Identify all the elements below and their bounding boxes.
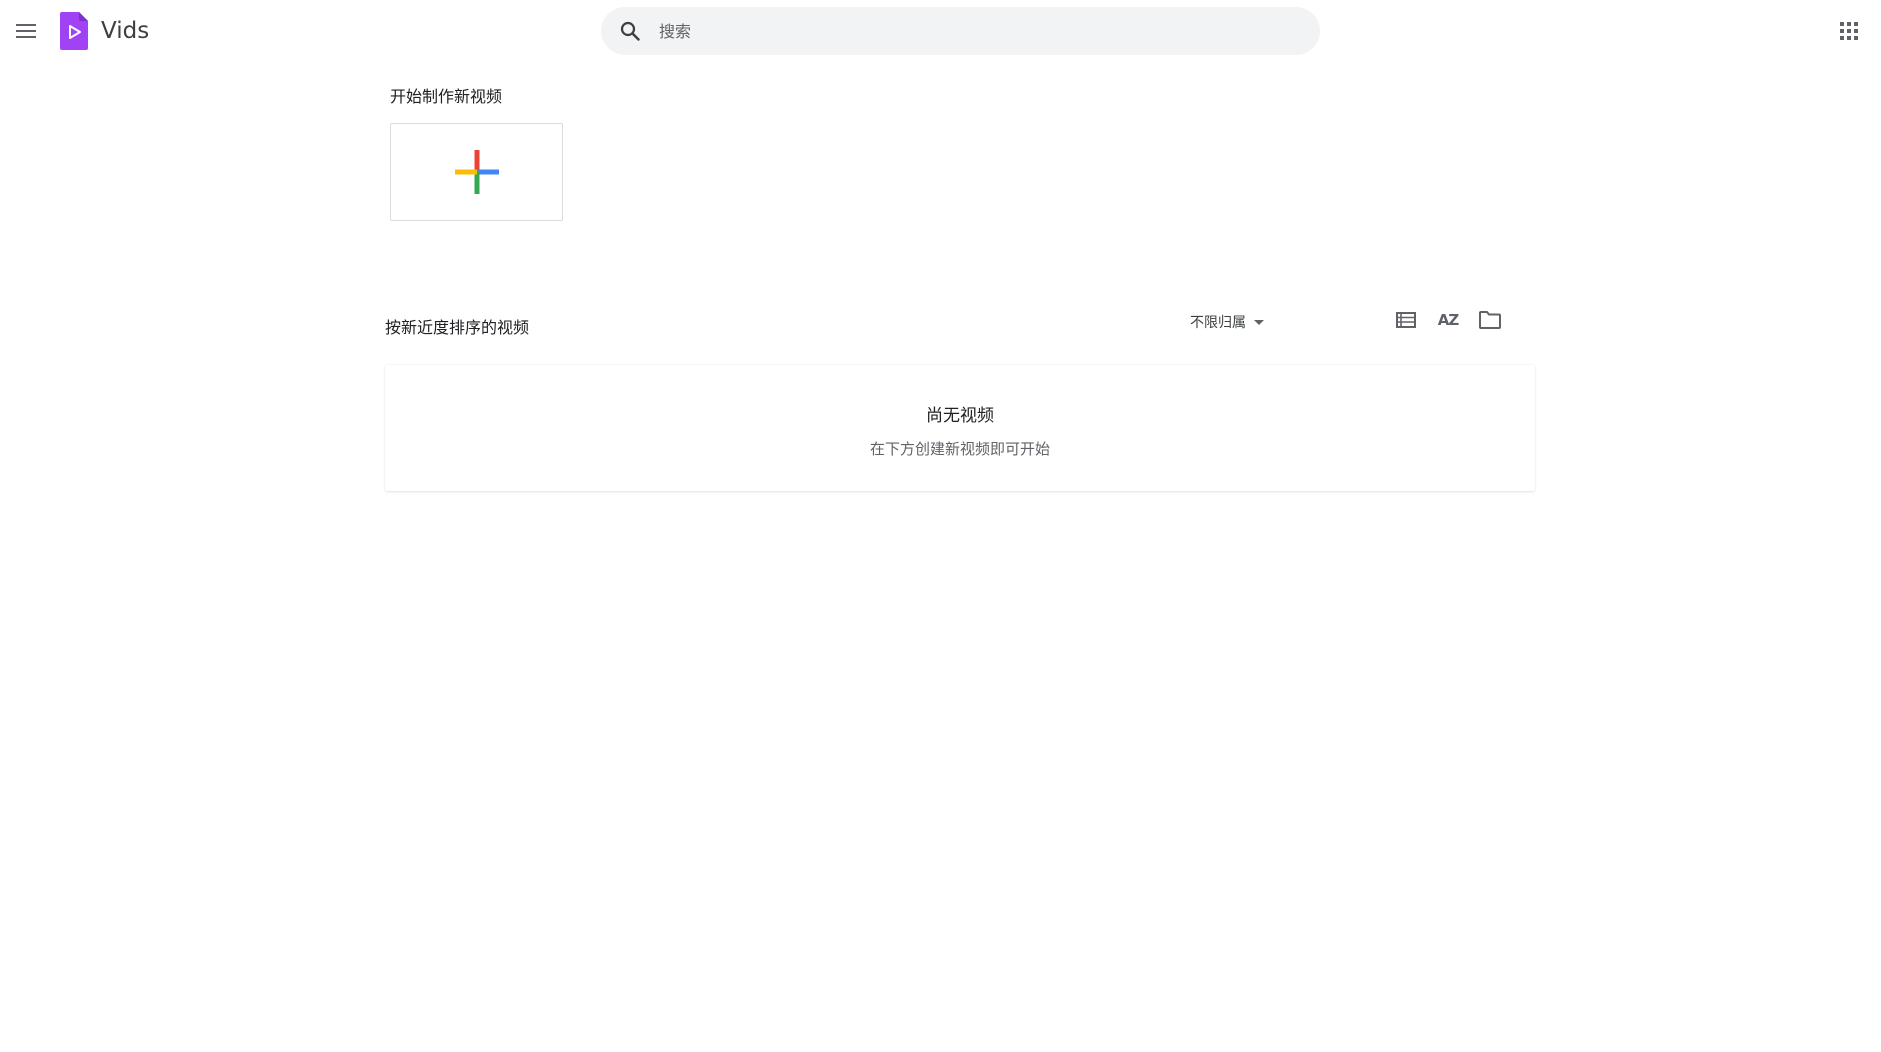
- search-input[interactable]: [657, 20, 1261, 42]
- folder-icon: [1479, 311, 1501, 329]
- apps-grid-icon: [1840, 22, 1858, 40]
- owner-filter-dropdown[interactable]: 不限归属: [1190, 311, 1264, 333]
- create-blank-video-button[interactable]: [390, 123, 563, 221]
- google-apps-button[interactable]: [1836, 18, 1862, 44]
- sort-az-button[interactable]: AZ: [1434, 306, 1462, 334]
- search-icon[interactable]: [618, 19, 642, 43]
- vids-home-page: Vids 开始制作新视频 按新近度排序的视频 不: [0, 0, 1881, 1052]
- search-bar[interactable]: [601, 7, 1320, 55]
- caret-down-icon: [1254, 320, 1264, 325]
- list-view-icon: [1396, 312, 1416, 328]
- owner-filter-label: 不限归属: [1190, 315, 1246, 331]
- app-title[interactable]: Vids: [101, 16, 149, 46]
- list-view-button[interactable]: [1392, 306, 1420, 334]
- empty-state-subtitle: 在下方创建新视频即可开始: [869, 440, 1050, 458]
- vids-logo-icon[interactable]: [60, 12, 88, 50]
- start-new-video-heading: 开始制作新视频: [390, 87, 503, 106]
- empty-state-card: 尚无视频 在下方创建新视频即可开始: [385, 365, 1535, 491]
- sort-az-icon: AZ: [1437, 311, 1459, 329]
- recent-videos-heading: 按新近度排序的视频: [385, 318, 530, 337]
- hamburger-menu-icon: [16, 24, 36, 38]
- open-folder-button[interactable]: [1476, 306, 1504, 334]
- main-menu-button[interactable]: [10, 16, 42, 46]
- empty-state-title: 尚无视频: [926, 406, 994, 426]
- colorful-plus-icon: [454, 150, 499, 194]
